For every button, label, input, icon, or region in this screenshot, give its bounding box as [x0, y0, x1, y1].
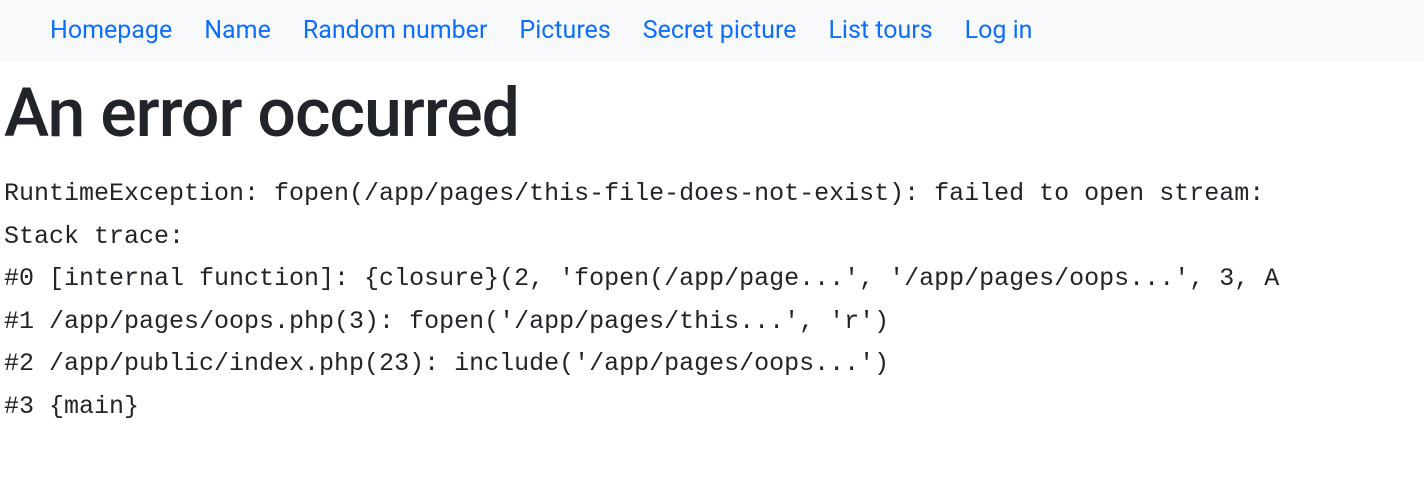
navbar: Homepage Name Random number Pictures Sec…	[0, 0, 1424, 61]
nav-link-log-in[interactable]: Log in	[965, 16, 1033, 45]
nav-link-secret-picture[interactable]: Secret picture	[643, 16, 797, 45]
error-trace: RuntimeException: fopen(/app/pages/this-…	[4, 173, 1420, 440]
nav-link-list-tours[interactable]: List tours	[828, 16, 932, 45]
nav-link-random-number[interactable]: Random number	[303, 16, 488, 45]
nav-link-homepage[interactable]: Homepage	[50, 16, 172, 45]
content: An error occurred RuntimeException: fope…	[0, 73, 1424, 440]
page-title: An error occurred	[4, 73, 1420, 153]
nav-link-name[interactable]: Name	[204, 16, 271, 45]
nav-link-pictures[interactable]: Pictures	[519, 16, 610, 45]
